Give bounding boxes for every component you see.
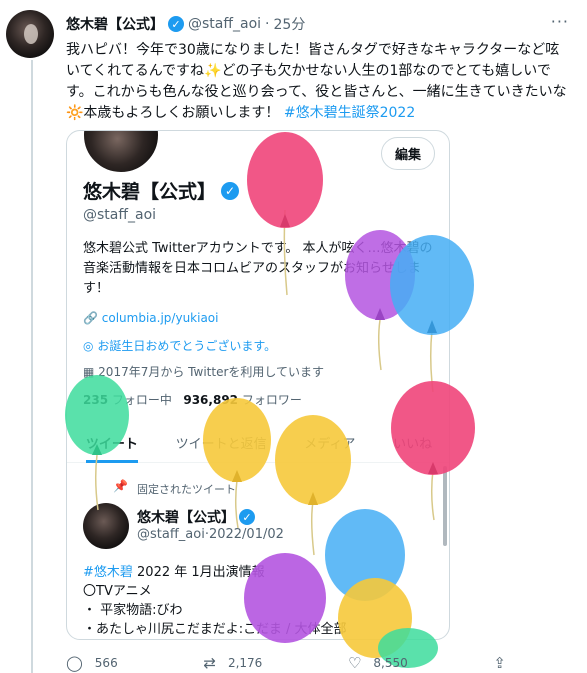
tab-replies: ツイートと返信 — [175, 437, 267, 452]
profile-tabs: ツイート ツイートと返信 メディア いいね — [67, 423, 449, 463]
tweet-header: 悠木碧【公式】 ✓ @staff_aoi · 25分 — [66, 14, 305, 34]
link-icon: 🔗 — [83, 311, 98, 325]
following-label: フォロー中 — [111, 393, 172, 407]
followers-label: フォロワー — [241, 393, 302, 407]
verified-badge-icon: ✓ — [221, 181, 240, 200]
separator-dot: · — [265, 16, 270, 32]
profile-birthday: ◎ お誕生日おめでとうございます。 — [83, 337, 276, 354]
balloon-icon: ◎ — [83, 339, 94, 353]
pinned-author-name: 悠木碧【公式】 — [137, 510, 235, 526]
profile-link-text: columbia.jp/yukiaoi — [101, 311, 219, 325]
scrollbar — [443, 466, 447, 546]
profile-birthday-text: お誕生日おめでとうございます。 — [97, 339, 277, 353]
more-icon[interactable]: ··· — [551, 12, 569, 31]
following-count: 235 — [83, 393, 109, 407]
pinned-hashtag: #悠木碧 — [83, 565, 133, 580]
verified-badge-icon: ✓ — [168, 16, 184, 32]
retweet-button[interactable]: ⇄ 2,176 — [203, 654, 262, 672]
like-icon: ♡ — [347, 654, 362, 672]
author-name[interactable]: 悠木碧【公式】 — [66, 14, 164, 34]
profile-joined: ▦ 2017年7月から Twitterを利用しています — [83, 363, 324, 380]
verified-badge-icon: ✓ — [239, 509, 255, 525]
profile-name: 悠木碧【公式】 ✓ — [83, 177, 240, 204]
followers-count: 936,892 — [183, 393, 239, 407]
tweet-actions: ◯ 566 ⇄ 2,176 ♡ 8,550 ⇪ — [66, 654, 506, 672]
pinned-meta: @staff_aoi·2022/01/02 — [137, 527, 284, 542]
tab-likes: いいね — [393, 437, 433, 452]
edit-profile-button: 編集 — [380, 137, 435, 170]
profile-bio: 悠木碧公式 Twitterアカウントです。 本人が呟く…悠木碧の音楽活動情報を日… — [83, 241, 433, 296]
share-icon: ⇪ — [493, 654, 506, 672]
pin-icon: 📌 — [113, 479, 128, 493]
reply-button[interactable]: ◯ 566 — [66, 654, 118, 672]
calendar-icon: ▦ — [83, 365, 95, 379]
pinned-author: 悠木碧【公式】 ✓ — [137, 507, 255, 527]
tab-tweets: ツイート — [85, 423, 138, 463]
share-button[interactable]: ⇪ — [493, 654, 506, 672]
tab-media: メディア — [304, 437, 356, 452]
like-button[interactable]: ♡ 8,550 — [348, 654, 408, 672]
profile-name-text: 悠木碧【公式】 — [83, 181, 217, 203]
pinned-text: #悠木碧 2022 年 1月出演情報 〇TVアニメ ・ 平家物語:びわ ・あたし… — [83, 563, 443, 639]
hashtag-link[interactable]: #悠木碧生誕祭2022 — [284, 105, 415, 121]
avatar[interactable] — [6, 10, 54, 58]
reply-icon: ◯ — [66, 654, 83, 672]
profile-follow-stats: 235 フォロー中 936,892 フォロワー — [83, 391, 302, 408]
profile-joined-text: 2017年7月から Twitterを利用しています — [98, 365, 325, 379]
profile-handle: @staff_aoi — [83, 207, 157, 223]
tweet-text: 我ハピバ！今年で30歳になりました！皆さんタグで好きなキャラクターなど呟いてくれ… — [66, 40, 571, 124]
tweet-time[interactable]: 25分 — [274, 14, 306, 34]
thread-line — [31, 60, 33, 673]
tweet-media-image[interactable]: 編集 悠木碧【公式】 ✓ @staff_aoi 悠木碧公式 Twitterアカウ… — [66, 130, 450, 640]
author-handle[interactable]: @staff_aoi — [188, 16, 261, 32]
profile-avatar — [81, 131, 161, 175]
reply-count: 566 — [94, 656, 118, 670]
profile-link: 🔗 columbia.jp/yukiaoi — [83, 311, 218, 325]
pinned-avatar — [83, 503, 129, 549]
like-count: 8,550 — [373, 656, 408, 670]
retweet-icon: ⇄ — [203, 654, 216, 672]
pinned-label: 固定されたツイート — [137, 483, 236, 496]
retweet-count: 2,176 — [227, 656, 263, 670]
